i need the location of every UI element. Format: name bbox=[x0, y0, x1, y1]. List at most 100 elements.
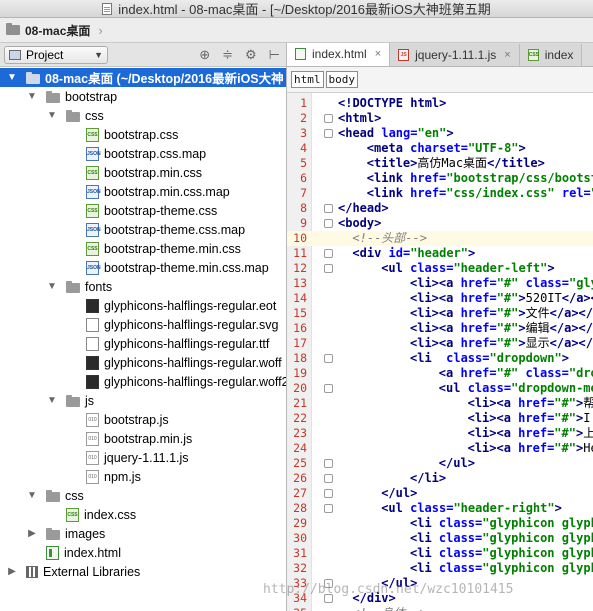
code-line[interactable]: 11 <div id="header"> bbox=[287, 246, 593, 261]
tree-item-label: glyphicons-halflings-regular.svg bbox=[104, 317, 279, 332]
code-line[interactable]: 3 <head lang="en"> bbox=[287, 126, 593, 141]
project-view-selector[interactable]: Project ▼ bbox=[4, 45, 108, 64]
tree-item[interactable]: glyphicons-halflings-regular.woff2 bbox=[0, 372, 286, 391]
tree-item[interactable]: JSON bootstrap.min.css.map bbox=[0, 182, 286, 201]
tree-item-label: External Libraries bbox=[43, 564, 141, 579]
tree-item[interactable]: 010 bootstrap.js bbox=[0, 410, 286, 429]
tree-item[interactable]: ▼ 08-mac桌面 (~/Desktop/2016最新iOS大神 bbox=[0, 68, 286, 87]
tree-item[interactable]: CSS bootstrap.css bbox=[0, 125, 286, 144]
collapse-arrow-icon[interactable]: ▶ bbox=[6, 566, 18, 577]
code-editor[interactable]: 1 <!DOCTYPE html> 2 <html> 3 <head lang="en">… bbox=[286, 93, 593, 611]
path-chip-body[interactable]: body bbox=[325, 71, 358, 88]
expand-arrow-icon[interactable]: ▼ bbox=[46, 110, 58, 121]
code-line[interactable]: 27 </ul> bbox=[287, 486, 593, 501]
code-line[interactable]: 6 <link href="bootstrap/css/bootstr bbox=[287, 171, 593, 186]
hide-icon[interactable]: ⊢ bbox=[269, 47, 280, 63]
fold-marker-icon[interactable] bbox=[324, 114, 333, 123]
close-icon[interactable]: × bbox=[375, 48, 381, 60]
fold-marker-icon[interactable] bbox=[324, 219, 333, 228]
code-line[interactable]: 5 <title>高仿Mac桌面</title> bbox=[287, 156, 593, 171]
close-icon[interactable]: × bbox=[504, 49, 510, 61]
target-icon[interactable]: ⊕ bbox=[199, 47, 210, 63]
code-line[interactable]: 23 <li><a href="#">上网 bbox=[287, 426, 593, 441]
tree-item[interactable]: JSON bootstrap-theme.min.css.map bbox=[0, 258, 286, 277]
fold-marker-icon[interactable] bbox=[324, 264, 333, 273]
tree-item[interactable]: 010 npm.js bbox=[0, 467, 286, 486]
tree-item[interactable]: CSS index.css bbox=[0, 505, 286, 524]
code-line[interactable]: 29 <li class="glyphicon glyphi bbox=[287, 516, 593, 531]
code-text: <link href="bootstrap/css/bootstr bbox=[366, 171, 593, 185]
gear-icon[interactable]: ⚙ bbox=[245, 47, 257, 63]
expand-arrow-icon[interactable]: ▼ bbox=[26, 91, 38, 102]
tree-item[interactable]: ▼ js bbox=[0, 391, 286, 410]
code-line[interactable]: 13 <li><a href="#" class="glyp bbox=[287, 276, 593, 291]
expand-arrow-icon[interactable]: ▼ bbox=[6, 72, 18, 83]
code-line[interactable]: 30 <li class="glyphicon glyphi bbox=[287, 531, 593, 546]
expand-arrow-icon[interactable]: ▼ bbox=[46, 395, 58, 406]
code-line[interactable]: 31 <li class="glyphicon glyphi bbox=[287, 546, 593, 561]
tree-item[interactable]: index.html bbox=[0, 543, 286, 562]
tree-item[interactable]: JSON bootstrap.css.map bbox=[0, 144, 286, 163]
code-line[interactable]: 26 </li> bbox=[287, 471, 593, 486]
collapse-icon[interactable]: ≑ bbox=[222, 47, 233, 63]
code-line[interactable]: 28 <ul class="header-right"> bbox=[287, 501, 593, 516]
code-line[interactable]: 9 <body> bbox=[287, 216, 593, 231]
code-line[interactable]: 7 <link href="css/index.css" rel="s bbox=[287, 186, 593, 201]
code-line[interactable]: 15 <li><a href="#">文件</a></ bbox=[287, 306, 593, 321]
path-chip-html[interactable]: html bbox=[291, 71, 324, 88]
code-line[interactable]: 8 </head> bbox=[287, 201, 593, 216]
fold-marker-icon[interactable] bbox=[324, 489, 333, 498]
tree-item[interactable]: ▼ css bbox=[0, 486, 286, 505]
code-line[interactable]: 16 <li><a href="#">编辑</a></l bbox=[287, 321, 593, 336]
code-line[interactable]: 19 <a href="#" class="drop bbox=[287, 366, 593, 381]
fold-marker-icon[interactable] bbox=[324, 474, 333, 483]
code-line[interactable]: 12 <ul class="header-left"> bbox=[287, 261, 593, 276]
tree-item[interactable]: CSS bootstrap-theme.min.css bbox=[0, 239, 286, 258]
editor-tab[interactable]: CSS index bbox=[519, 44, 583, 66]
tree-item[interactable]: glyphicons-halflings-regular.svg bbox=[0, 315, 286, 334]
tree-item[interactable]: glyphicons-halflings-regular.woff bbox=[0, 353, 286, 372]
code-line[interactable]: 18 <li class="dropdown"> bbox=[287, 351, 593, 366]
editor-tab[interactable]: index.html × bbox=[287, 43, 391, 66]
tree-item[interactable]: ▶ images bbox=[0, 524, 286, 543]
editor-tab[interactable]: JS jquery-1.11.1.js × bbox=[390, 44, 520, 66]
code-line[interactable]: 2 <html> bbox=[287, 111, 593, 126]
tree-item[interactable]: 010 jquery-1.11.1.js bbox=[0, 448, 286, 467]
fold-marker-icon[interactable] bbox=[324, 249, 333, 258]
code-line[interactable]: 14 <li><a href="#">520IT</a></ bbox=[287, 291, 593, 306]
expand-arrow-icon[interactable]: ▼ bbox=[46, 281, 58, 292]
breadcrumb-root[interactable]: 08-mac桌面 bbox=[25, 22, 90, 39]
code-line[interactable]: 24 <li><a href="#">Hel bbox=[287, 441, 593, 456]
tree-item[interactable]: ▶ External Libraries bbox=[0, 562, 286, 581]
code-line[interactable]: 22 <li><a href="#">I m bbox=[287, 411, 593, 426]
json-file-icon: JSON bbox=[86, 146, 101, 161]
tree-item[interactable]: glyphicons-halflings-regular.eot bbox=[0, 296, 286, 315]
tree-item[interactable]: ▼ css bbox=[0, 106, 286, 125]
code-line[interactable]: 25 </ul> bbox=[287, 456, 593, 471]
tree-item[interactable]: CSS bootstrap.min.css bbox=[0, 163, 286, 182]
code-line[interactable]: 21 <li><a href="#">帮助 bbox=[287, 396, 593, 411]
tree-item[interactable]: glyphicons-halflings-regular.ttf bbox=[0, 334, 286, 353]
fold-marker-icon[interactable] bbox=[324, 204, 333, 213]
tree-item[interactable]: ▼ bootstrap bbox=[0, 87, 286, 106]
code-line[interactable]: 4 <meta charset="UTF-8"> bbox=[287, 141, 593, 156]
tree-item[interactable]: JSON bootstrap-theme.css.map bbox=[0, 220, 286, 239]
tree-item[interactable]: 010 bootstrap.min.js bbox=[0, 429, 286, 448]
expand-arrow-icon[interactable]: ▼ bbox=[26, 490, 38, 501]
fold-marker-icon[interactable] bbox=[324, 129, 333, 138]
code-line[interactable]: 35 <!--身体--> bbox=[287, 606, 593, 611]
fold-marker-icon[interactable] bbox=[324, 504, 333, 513]
code-line[interactable]: 10 <!--头部--> bbox=[287, 231, 593, 246]
fold-marker-icon[interactable] bbox=[324, 459, 333, 468]
code-line[interactable]: 1 <!DOCTYPE html> bbox=[287, 96, 593, 111]
tree-item[interactable]: ▼ fonts bbox=[0, 277, 286, 296]
fold-marker-icon[interactable] bbox=[324, 384, 333, 393]
code-line[interactable]: 32 <li class="glyphicon glyphi bbox=[287, 561, 593, 576]
collapse-arrow-icon[interactable]: ▶ bbox=[26, 528, 38, 539]
code-text: <li><a href="#">帮助 bbox=[467, 396, 593, 410]
line-number: 8 bbox=[300, 201, 307, 215]
fold-marker-icon[interactable] bbox=[324, 354, 333, 363]
code-line[interactable]: 17 <li><a href="#">显示</a></l bbox=[287, 336, 593, 351]
code-line[interactable]: 20 <ul class="dropdown-men bbox=[287, 381, 593, 396]
tree-item[interactable]: CSS bootstrap-theme.css bbox=[0, 201, 286, 220]
